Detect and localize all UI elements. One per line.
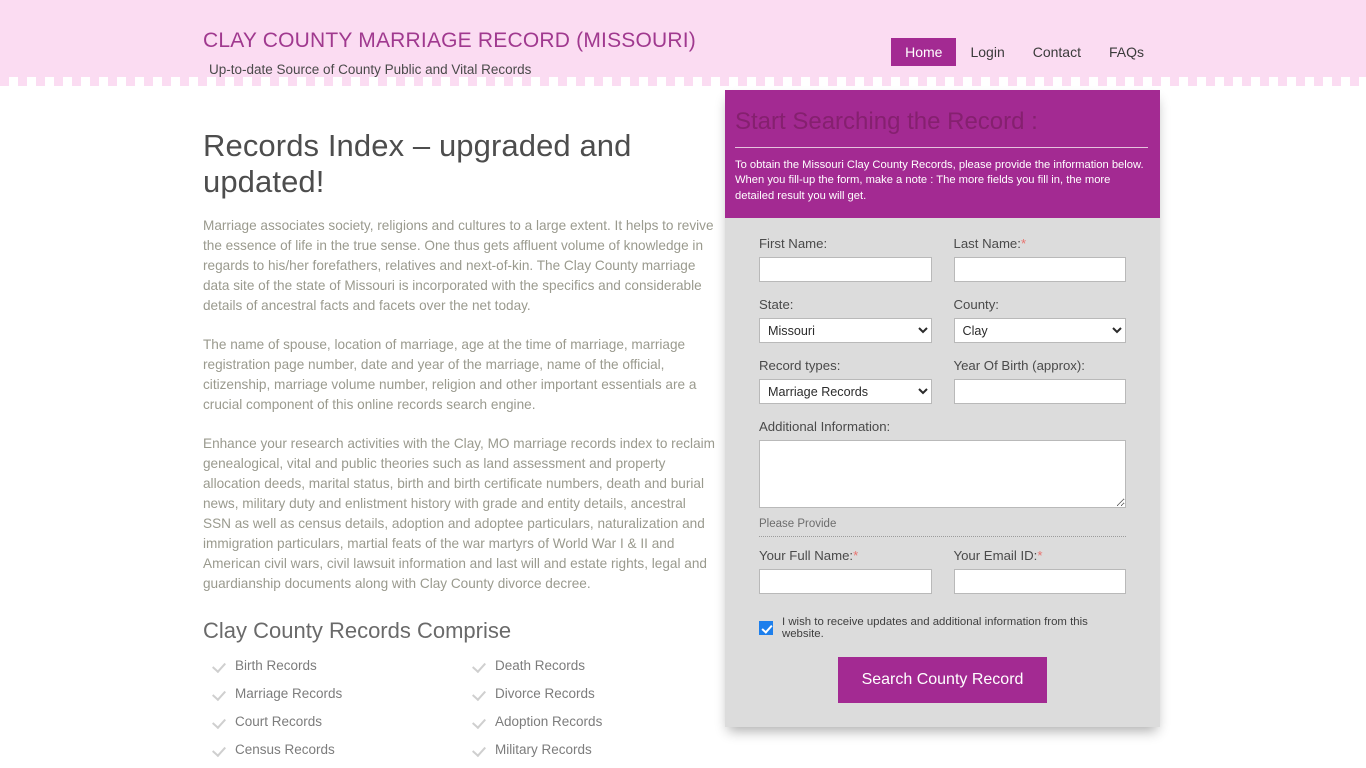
state-select[interactable]: Missouri (759, 318, 932, 344)
email-label: Your Email ID:* (954, 548, 1127, 563)
county-label-text: County: (953, 297, 999, 313)
full-name-label-text: Your Full Name: (759, 548, 854, 564)
last-name-field: Last Name:* (953, 236, 1127, 283)
nav-item-home[interactable]: Home (891, 38, 957, 66)
site-header: CLAY COUNTY MARRIAGE RECORD (MISSOURI) U… (0, 0, 1366, 86)
check-icon (473, 743, 486, 756)
record-label: Military Records (495, 741, 592, 757)
year-of-birth-label: Year Of Birth (approx): (954, 358, 1127, 373)
page-body: Records Index – upgraded and updated! Ma… (0, 86, 1366, 768)
check-icon (213, 659, 226, 672)
email-label-text: Your Email ID: (953, 548, 1038, 564)
year-of-birth-field: Year Of Birth (approx): (953, 358, 1127, 405)
search-panel-header: Start Searching the Record : To obtain t… (725, 90, 1160, 219)
last-name-input[interactable] (953, 257, 1126, 283)
email-field: Your Email ID:* (953, 548, 1127, 595)
required-marker: * (853, 548, 859, 564)
additional-information-field: Additional Information: (759, 419, 1126, 513)
full-name-field: Your Full Name:* (759, 548, 932, 595)
year-of-birth-label-text: Year Of Birth (approx): (953, 358, 1085, 374)
brand-title: CLAY COUNTY MARRIAGE RECORD (MISSOURI) (203, 29, 696, 52)
main-navigation: Home Login Contact FAQs (891, 38, 1158, 66)
required-marker: * (1020, 236, 1027, 252)
record-types-label-text: Record types: (759, 358, 841, 374)
page-title: Records Index – upgraded and updated! (203, 128, 632, 199)
check-icon (213, 715, 226, 728)
county-label: County: (954, 297, 1127, 312)
county-select[interactable]: Clay (953, 318, 1126, 344)
first-name-label: First Name: (759, 236, 932, 251)
intro-paragraph-2: The name of spouse, location of marriage… (203, 337, 697, 413)
check-icon (213, 687, 226, 700)
first-name-field: First Name: (759, 236, 932, 283)
header-scallop-divider (0, 77, 1366, 86)
additional-information-label: Additional Information: (759, 419, 1126, 434)
first-name-input[interactable] (759, 257, 932, 283)
full-name-label: Your Full Name:* (759, 548, 932, 563)
full-name-input[interactable] (759, 569, 932, 595)
list-item: Court Records (213, 714, 473, 729)
record-label: Census Records (235, 741, 335, 757)
record-types-field: Record types: Marriage Records (759, 358, 932, 405)
list-item: Adoption Records (473, 714, 715, 729)
brand-subtitle: Up-to-date Source of County Public and V… (209, 62, 532, 77)
first-name-label-text: First Name: (759, 236, 828, 252)
intro-paragraph-3: Enhance your research activities with th… (203, 436, 715, 591)
record-label: Court Records (235, 713, 323, 729)
search-panel-title: Start Searching the Record : (735, 108, 1148, 148)
check-icon (473, 659, 486, 672)
list-item: Marriage Records (213, 686, 473, 701)
record-types-select[interactable]: Marriage Records (759, 379, 932, 405)
record-type-field-row: Record types: Marriage Records Year Of B… (759, 358, 1127, 405)
nav-item-faqs[interactable]: FAQs (1095, 38, 1158, 66)
check-icon (473, 687, 486, 700)
check-icon (213, 743, 226, 756)
state-field: State: Missouri (759, 297, 932, 344)
records-section-title: Clay County Records Comprise (203, 617, 512, 643)
list-item: Death Records (473, 658, 715, 673)
year-of-birth-input[interactable] (953, 379, 1126, 405)
additional-information-label-text: Additional Information: (759, 419, 891, 435)
nav-item-contact[interactable]: Contact (1019, 38, 1095, 66)
consent-row[interactable]: I wish to receive updates and additional… (759, 616, 1126, 640)
consent-checkbox[interactable] (759, 621, 773, 636)
name-field-row: First Name: Last Name:* (759, 236, 1127, 283)
email-input[interactable] (953, 569, 1126, 595)
check-icon (473, 715, 486, 728)
contact-field-row: Your Full Name:* Your Email ID:* (759, 548, 1127, 595)
record-label: Death Records (495, 657, 586, 673)
search-panel-description: To obtain the Missouri Clay County Recor… (735, 159, 1144, 202)
records-list: Birth Records Death Records Marriage Rec… (203, 658, 715, 768)
list-item: Birth Records (213, 658, 473, 673)
search-panel: Start Searching the Record : To obtain t… (725, 90, 1160, 728)
record-label: Divorce Records (495, 685, 595, 701)
list-item: Military Records (473, 742, 715, 757)
additional-information-textarea[interactable] (759, 440, 1126, 509)
form-divider (759, 536, 1126, 538)
header-inner: CLAY COUNTY MARRIAGE RECORD (MISSOURI) U… (0, 0, 1366, 86)
list-item: Census Records (213, 742, 473, 757)
record-label: Birth Records (235, 657, 317, 673)
intro-paragraph-1: Marriage associates society, religions a… (203, 218, 714, 314)
search-form: First Name: Last Name:* State: Missouri … (725, 218, 1160, 727)
record-label: Marriage Records (235, 685, 343, 701)
last-name-label: Last Name:* (954, 236, 1127, 251)
consent-label: I wish to receive updates and additional… (782, 616, 1088, 641)
nav-item-login[interactable]: Login (956, 38, 1018, 66)
state-label-text: State: (759, 297, 794, 313)
content-column: Records Index – upgraded and updated! Ma… (203, 128, 715, 768)
location-field-row: State: Missouri County: Clay (759, 297, 1127, 344)
last-name-label-text: Last Name: (953, 236, 1021, 252)
record-types-label: Record types: (759, 358, 932, 373)
search-county-record-button[interactable]: Search County Record (837, 657, 1048, 704)
list-item: Divorce Records (473, 686, 715, 701)
county-field: County: Clay (953, 297, 1127, 344)
record-label: Adoption Records (495, 713, 603, 729)
hint-text: Please Provide (759, 518, 837, 531)
state-label: State: (759, 297, 932, 312)
required-marker: * (1037, 548, 1043, 564)
